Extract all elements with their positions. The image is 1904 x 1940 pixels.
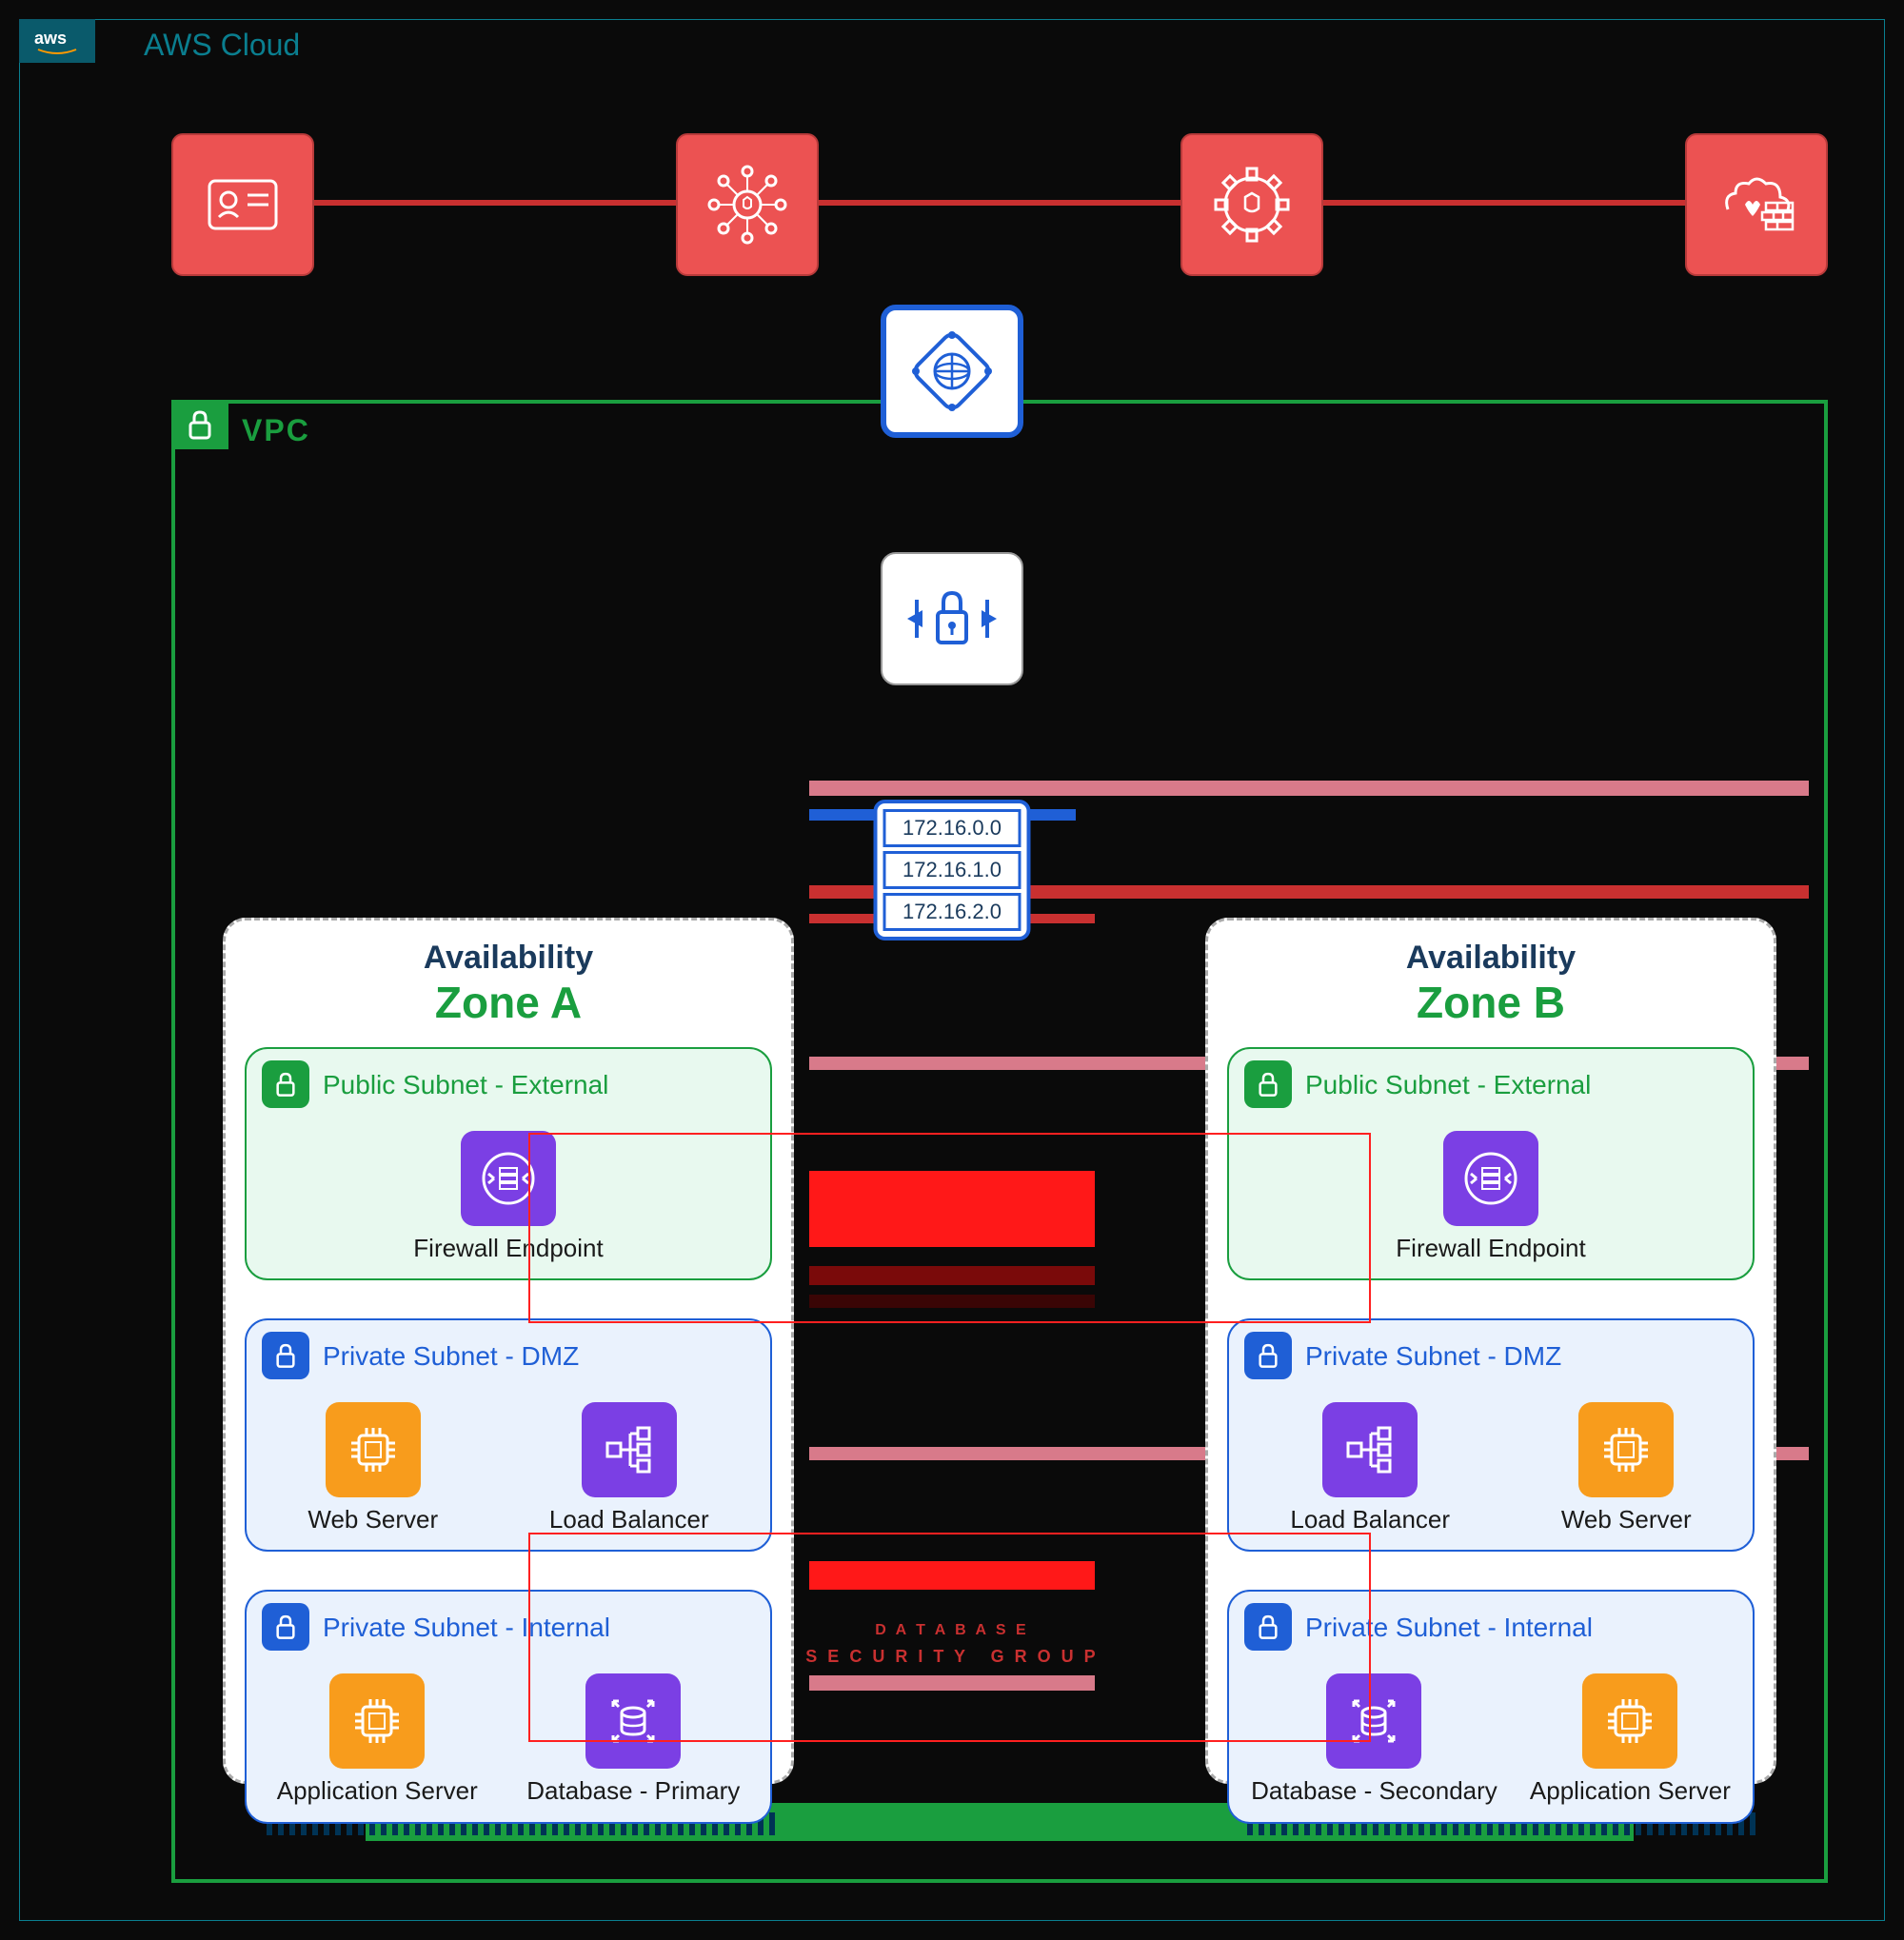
database-icon bbox=[585, 1673, 681, 1769]
compute-icon bbox=[1578, 1402, 1674, 1497]
subnet-dmz-b: Private Subnet - DMZ Load Balancer Web S… bbox=[1227, 1318, 1755, 1552]
connector-line bbox=[809, 1266, 1095, 1285]
subnet-internal-b: Private Subnet - Internal Database - Sec… bbox=[1227, 1590, 1755, 1823]
compute-icon bbox=[326, 1402, 421, 1497]
availability-zone-b: Availability Zone B Public Subnet - Exte… bbox=[1205, 918, 1776, 1784]
database-icon bbox=[1326, 1673, 1421, 1769]
subnet-public-b: Public Subnet - External Firewall Endpoi… bbox=[1227, 1047, 1755, 1280]
lock-icon bbox=[1244, 1603, 1292, 1651]
internet-gateway-icon bbox=[881, 305, 1023, 438]
load-balancer-icon bbox=[1322, 1402, 1418, 1497]
app-server-a: Application Server bbox=[277, 1673, 478, 1806]
iam-icon bbox=[171, 133, 314, 276]
load-balancer-b: Load Balancer bbox=[1290, 1402, 1450, 1534]
load-balancer-icon bbox=[582, 1402, 677, 1497]
web-server-b: Web Server bbox=[1561, 1402, 1692, 1534]
az-a-title: Availability Zone A bbox=[245, 940, 772, 1028]
network-acl-icon bbox=[881, 552, 1023, 685]
waf-icon bbox=[1685, 133, 1828, 276]
vpc-badge bbox=[171, 400, 228, 449]
vpc-label: VPC bbox=[242, 413, 310, 448]
availability-zone-a: Availability Zone A Public Subnet - Exte… bbox=[223, 918, 794, 1784]
subnet-dmz-a: Private Subnet - DMZ Web Server Load Bal… bbox=[245, 1318, 772, 1552]
lock-icon bbox=[1244, 1332, 1292, 1379]
cidr-ranges: 172.16.0.0 172.16.1.0 172.16.2.0 bbox=[874, 800, 1031, 940]
security-connector-line bbox=[171, 200, 1828, 206]
database-primary: Database - Primary bbox=[526, 1673, 740, 1806]
aws-logo-icon: aws bbox=[34, 27, 80, 55]
subnet-public-a: Public Subnet - External Firewall Endpoi… bbox=[245, 1047, 772, 1280]
lock-icon bbox=[183, 407, 217, 442]
svg-text:aws: aws bbox=[34, 29, 67, 48]
load-balancer-a: Load Balancer bbox=[549, 1402, 709, 1534]
lock-icon bbox=[262, 1060, 309, 1108]
lock-icon bbox=[1244, 1060, 1292, 1108]
firewall-icon bbox=[461, 1131, 556, 1226]
connector-line bbox=[809, 1561, 1095, 1590]
config-icon bbox=[1180, 133, 1323, 276]
compute-icon bbox=[1582, 1673, 1677, 1769]
firewall-endpoint-b: Firewall Endpoint bbox=[1396, 1131, 1585, 1263]
compute-icon bbox=[329, 1673, 425, 1769]
cidr-1: 172.16.1.0 bbox=[883, 851, 1021, 889]
lock-icon bbox=[262, 1603, 309, 1651]
app-server-b: Application Server bbox=[1530, 1673, 1731, 1806]
database-secondary: Database - Secondary bbox=[1251, 1673, 1497, 1806]
connector-line bbox=[809, 1295, 1095, 1308]
cidr-0: 172.16.0.0 bbox=[883, 809, 1021, 847]
aws-badge: aws bbox=[19, 19, 95, 63]
lock-icon bbox=[262, 1332, 309, 1379]
cidr-2: 172.16.2.0 bbox=[883, 893, 1021, 931]
firewall-icon bbox=[1443, 1131, 1538, 1226]
db-security-group-label: D A T A B A S E S E C U R I T Y G R O U … bbox=[805, 1618, 1098, 1670]
subnet-internal-a: Private Subnet - Internal Application Se… bbox=[245, 1590, 772, 1823]
connector-line bbox=[809, 781, 1809, 796]
firewall-endpoint-a: Firewall Endpoint bbox=[413, 1131, 603, 1263]
connector-line bbox=[809, 1675, 1095, 1691]
web-server-a: Web Server bbox=[307, 1402, 438, 1534]
az-b-title: Availability Zone B bbox=[1227, 940, 1755, 1028]
security-hub-icon bbox=[676, 133, 819, 276]
connector-line bbox=[809, 1171, 1095, 1247]
cloud-title: AWS Cloud bbox=[144, 28, 300, 63]
